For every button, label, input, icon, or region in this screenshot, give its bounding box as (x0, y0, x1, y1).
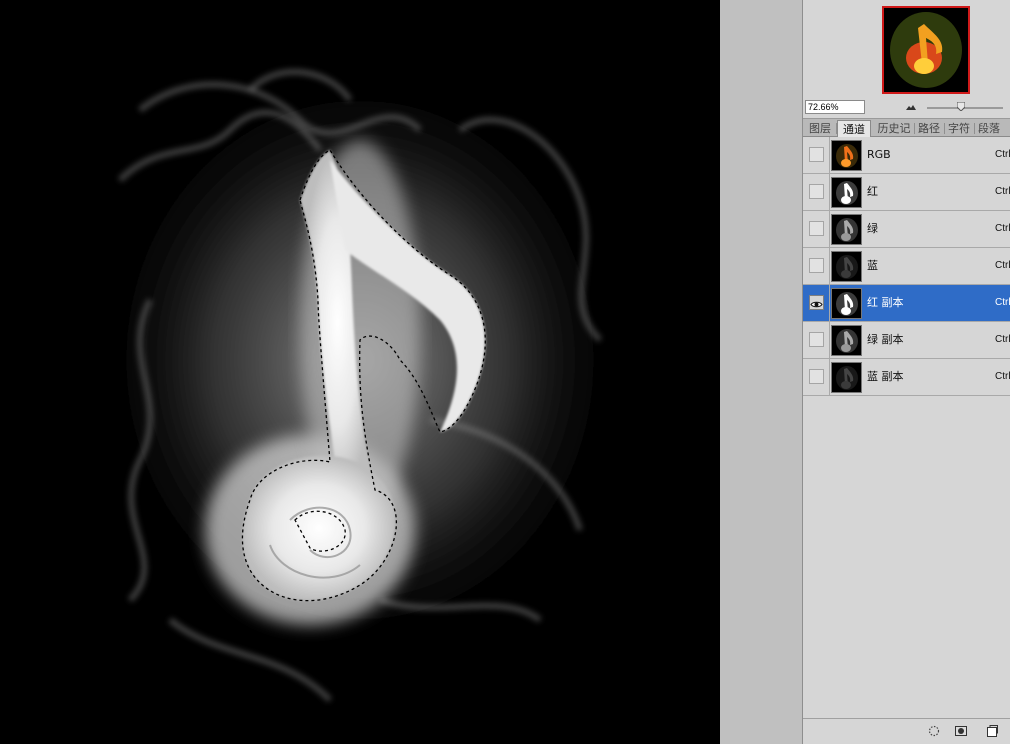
channel-shortcut: Ctrl (995, 149, 1010, 160)
document-canvas[interactable] (0, 0, 720, 744)
new-page-icon[interactable] (985, 724, 999, 738)
channel-name: 绿 副本 (867, 333, 904, 346)
channel-name: 蓝 副本 (867, 370, 904, 383)
channel-name: 蓝 (867, 259, 878, 272)
zoom-slider-knob[interactable] (957, 102, 966, 111)
visibility-toggle[interactable] (809, 147, 824, 162)
channel-row-green[interactable]: 绿 Ctrl (803, 211, 1010, 248)
visibility-toggle[interactable] (809, 332, 824, 347)
channel-name: 红 副本 (867, 296, 904, 309)
channel-thumbnail (831, 140, 862, 171)
channel-shortcut: Ctrl (995, 371, 1010, 382)
channel-thumbnail (831, 362, 862, 393)
channel-shortcut: Ctrl (995, 186, 1010, 197)
channel-name: 红 (867, 185, 878, 198)
row-divider (829, 211, 830, 248)
workspace-background (720, 0, 802, 744)
row-divider (829, 285, 830, 322)
channel-name: RGB (867, 148, 891, 161)
tab-layers[interactable]: 图层 (805, 120, 835, 137)
panel-tabs: 图层 通道 历史记 路径 字符 段落 (803, 118, 1010, 138)
row-divider (829, 174, 830, 211)
channels-list: RGB Ctrl 红 Ctrl 绿 Ctrl 蓝 Ctrl 红 副本 Ctrl … (803, 137, 1010, 397)
visibility-toggle[interactable] (809, 221, 824, 236)
channel-row-red[interactable]: 红 Ctrl (803, 174, 1010, 211)
channel-shortcut: Ctrl (995, 260, 1010, 271)
tab-character[interactable]: 字符 (945, 120, 973, 137)
visibility-toggle[interactable] (809, 258, 824, 273)
tab-paths[interactable]: 路径 (915, 120, 943, 137)
tab-history[interactable]: 历史记 (875, 120, 913, 137)
visibility-toggle[interactable] (809, 369, 824, 384)
row-divider (829, 322, 830, 359)
channel-row-red-copy[interactable]: 红 副本 Ctrl (803, 285, 1010, 322)
smoke-music-note-artwork (90, 60, 630, 703)
channel-row-blue-copy[interactable]: 蓝 副本 Ctrl (803, 359, 1010, 396)
navigator-thumbnail[interactable] (882, 6, 970, 94)
tab-paragraph[interactable]: 段落 (975, 120, 1003, 137)
visibility-toggle[interactable] (809, 295, 824, 310)
row-divider (829, 137, 830, 174)
channel-thumbnail (831, 214, 862, 245)
row-divider (829, 248, 830, 285)
channel-shortcut: Ctrl (995, 334, 1010, 345)
channel-row-rgb[interactable]: RGB Ctrl (803, 137, 1010, 174)
tab-channels[interactable]: 通道 (837, 120, 871, 138)
channel-shortcut: Ctrl (995, 297, 1010, 308)
row-divider (829, 359, 830, 396)
navigator-panel: 72.66% (803, 0, 1010, 118)
eye-icon (810, 301, 823, 308)
channel-name: 绿 (867, 222, 878, 235)
zoom-out-mountain-icon[interactable] (906, 103, 916, 111)
channel-thumbnail (831, 177, 862, 208)
channel-thumbnail (831, 325, 862, 356)
channels-footer (803, 718, 1010, 744)
zoom-input[interactable]: 72.66% (805, 100, 865, 114)
dotted-circle-icon[interactable] (927, 724, 941, 738)
channel-row-blue[interactable]: 蓝 Ctrl (803, 248, 1010, 285)
channel-thumbnail (831, 288, 862, 319)
right-panel: 72.66% 图层 通道 历史记 路径 字符 段落 RGB Ctrl 红 Ctr… (802, 0, 1010, 744)
channel-thumbnail (831, 251, 862, 282)
visibility-toggle[interactable] (809, 184, 824, 199)
mask-icon[interactable] (954, 724, 968, 738)
channel-row-green-copy[interactable]: 绿 副本 Ctrl (803, 322, 1010, 359)
channel-shortcut: Ctrl (995, 223, 1010, 234)
